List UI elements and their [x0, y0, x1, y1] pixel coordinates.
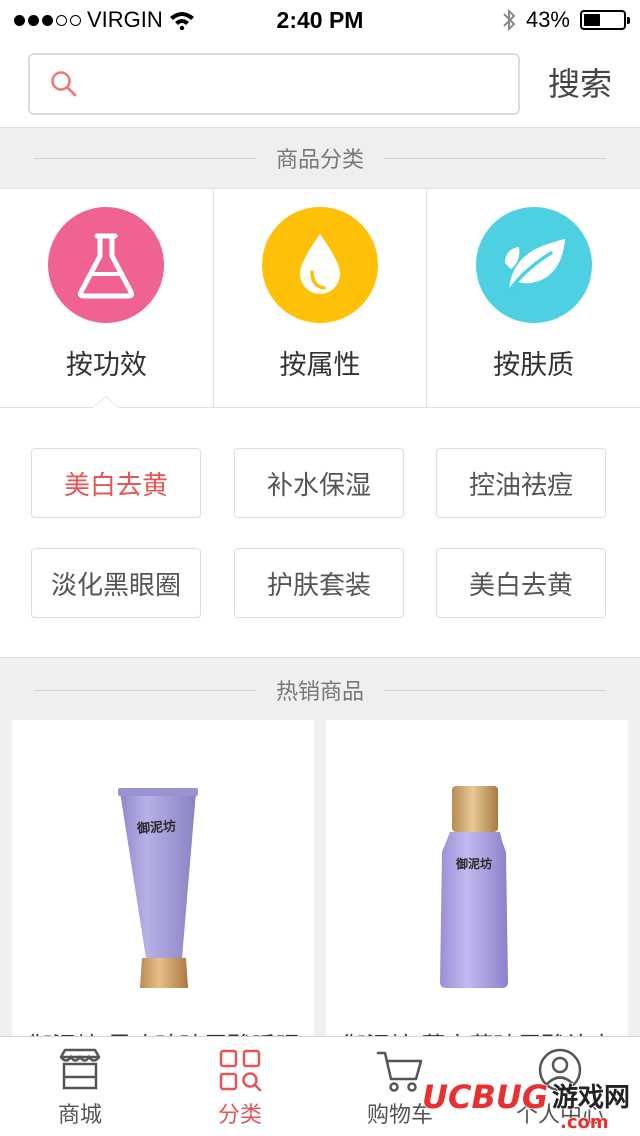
category-by-attribute[interactable]: 按属性 [214, 189, 428, 407]
divider [384, 689, 607, 691]
wifi-icon [169, 12, 194, 30]
tag-whitening[interactable]: 美白去黄 [31, 448, 201, 518]
divider [34, 689, 256, 691]
tag-oil-control[interactable]: 控油祛痘 [436, 448, 606, 518]
divider [384, 157, 607, 159]
category-section-header: 商品分类 [34, 138, 607, 178]
purple-tube-image: 御泥坊 [118, 788, 198, 988]
flask-icon [78, 233, 135, 299]
ucbug-watermark-logo: UCBUG 游戏网 .com [421, 1077, 631, 1132]
battery-level [584, 14, 601, 26]
tag-hydrating[interactable]: 补水保湿 [234, 448, 404, 518]
tag-dark-circles[interactable]: 淡化黑眼圈 [31, 548, 201, 618]
status-right: 43% [502, 7, 630, 33]
subcategory-tags: 美白去黄 补水保湿 控油祛痘 淡化黑眼圈 护肤套装 美白去黄 [0, 408, 640, 658]
status-bar: VIRGIN 2:40 PM 43% [0, 0, 640, 40]
watermark-text-3: .com [560, 1112, 609, 1132]
hot-section-header: 热销商品 [34, 670, 607, 710]
tag-skincare-set[interactable]: 护肤套装 [234, 548, 404, 618]
category-label: 按功效 [65, 350, 147, 381]
product-grid: 御泥坊 御泥坊 黑玫瑰玻尿酸睡眠 御泥坊 御泥坊 薰衣草玻尿酸补水 [12, 720, 628, 1040]
search-field[interactable] [28, 53, 520, 115]
search-button[interactable]: 搜索 [540, 60, 620, 108]
category-circle [48, 207, 165, 323]
drop-icon [300, 234, 340, 294]
purple-bottle-image: 御泥坊 [440, 786, 508, 988]
tab-label: 商城 [57, 1103, 102, 1128]
category-by-skin-type[interactable]: 按肤质 [427, 189, 640, 407]
battery-icon [580, 10, 630, 30]
divider [34, 157, 256, 159]
product-card[interactable]: 御泥坊 御泥坊 薰衣草玻尿酸补水 [326, 720, 628, 1040]
hot-section-title: 热销商品 [276, 680, 365, 705]
watermark-text-2: 游戏网 [552, 1083, 630, 1113]
bluetooth-icon [503, 8, 516, 32]
category-grid-icon [219, 1049, 262, 1092]
category-selector: 按功效 按属性 按肤质 [0, 188, 640, 408]
category-circle [475, 207, 592, 323]
category-section-title: 商品分类 [276, 148, 365, 173]
battery-percent: 43% [525, 7, 570, 32]
search-input[interactable] [92, 55, 518, 113]
watermark-text-1: UCBUG [422, 1078, 548, 1116]
search-bar: 搜索 [0, 40, 640, 128]
tab-label: 分类 [217, 1103, 262, 1128]
status-left: VIRGIN [14, 7, 254, 33]
tab-store[interactable]: 商城 [0, 1037, 160, 1136]
selected-caret [92, 396, 120, 408]
brand-mark: 御泥坊 [455, 856, 492, 871]
category-label: 按属性 [279, 350, 361, 381]
leaf-icon [504, 239, 565, 293]
store-icon [59, 1048, 101, 1090]
tag-whitening-2[interactable]: 美白去黄 [436, 548, 606, 618]
tab-category[interactable]: 分类 [160, 1037, 320, 1136]
product-card[interactable]: 御泥坊 御泥坊 黑玫瑰玻尿酸睡眠 [12, 720, 314, 1040]
category-label: 按肤质 [493, 350, 575, 381]
brand-mark: 御泥坊 [135, 818, 176, 837]
search-icon [51, 71, 77, 97]
category-by-effect[interactable]: 按功效 [0, 189, 214, 408]
carrier-name: VIRGIN [87, 7, 163, 32]
signal-strength-icon [14, 14, 81, 26]
cart-icon [376, 1051, 423, 1092]
category-circle [262, 207, 378, 323]
